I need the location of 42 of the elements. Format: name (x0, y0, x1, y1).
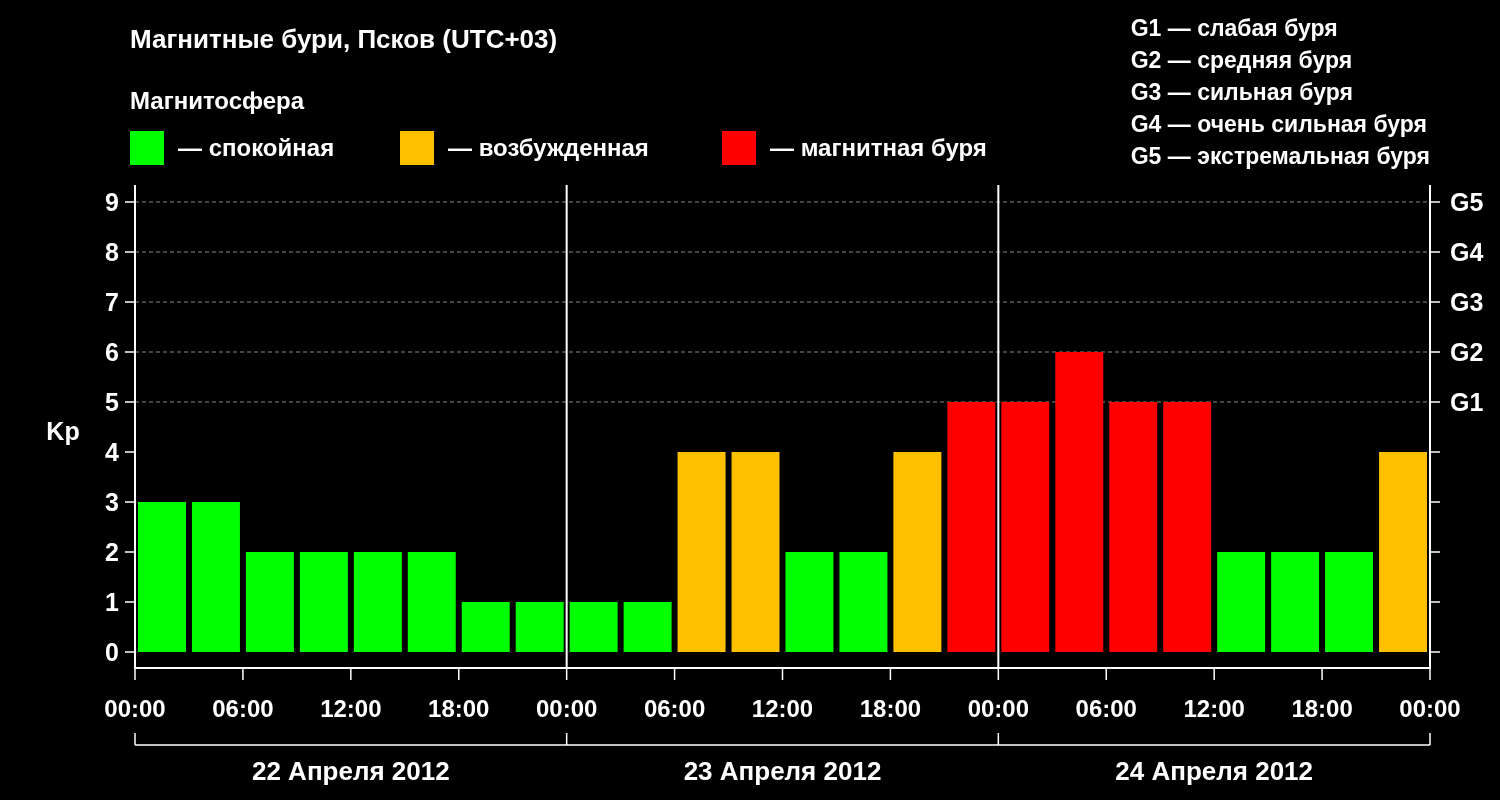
axis-tick-label: 18:00 (428, 695, 490, 722)
storm-scale-label: G5 — экстремальная буря (1130, 142, 1430, 171)
axis-tick-label: G1 (1450, 388, 1484, 416)
storm-scale-label: G2 — средняя буря (1130, 46, 1354, 75)
legend-label: — возбужденная (448, 133, 649, 163)
axis-tick-label: 2 (105, 538, 119, 566)
storm-scale-label: G3 — сильная буря (1130, 78, 1354, 107)
legend-title: Магнитосфера (130, 86, 306, 116)
legend-label: — спокойная (178, 133, 335, 163)
axis-tick-label: 06:00 (643, 695, 706, 722)
axis-title: Kp (46, 417, 80, 445)
axis-tick-label: 4 (105, 438, 119, 466)
axis-tick-label: 00:00 (535, 695, 598, 722)
axis-tick-label: 8 (105, 238, 119, 266)
date-label: 22 Апреля 2012 (251, 756, 450, 786)
axis-tick-label: 1 (105, 588, 119, 616)
axis-tick-label: 7 (105, 288, 119, 316)
axis-tick-label: 00:00 (104, 695, 166, 722)
axis-tick-label: 6 (105, 338, 119, 366)
storm-scale-label: G4 — очень сильная буря (1130, 110, 1428, 139)
axis-tick-label: 5 (105, 388, 119, 416)
storm-scale-label: G1 — слабая буря (1130, 14, 1339, 43)
date-label: 23 Апреля 2012 (683, 756, 882, 786)
axis-tick-label: G3 (1450, 288, 1484, 316)
axis-tick-label: 06:00 (1075, 695, 1137, 722)
axis-tick-label: 12:00 (320, 695, 382, 722)
axis-tick-label: 12:00 (751, 695, 814, 722)
axis-tick-label: 00:00 (1399, 695, 1461, 722)
axis-tick-label: 0 (105, 638, 119, 666)
chart-title: Магнитные бури, Псков (UTC+03) (130, 23, 559, 56)
axis-tick-label: 9 (105, 188, 119, 216)
axis-tick-label: G4 (1450, 238, 1484, 266)
axis-tick-label: 18:00 (1291, 695, 1353, 722)
axis-tick-label: 3 (105, 488, 119, 516)
axis-tick-label: 06:00 (212, 695, 274, 722)
axis-tick-label: G2 (1450, 338, 1484, 366)
axis-tick-label: 18:00 (859, 695, 922, 722)
axis-tick-label: 12:00 (1183, 695, 1245, 722)
legend-label: — магнитная буря (770, 133, 987, 163)
date-label: 24 Апреля 2012 (1115, 756, 1314, 786)
axis-tick-label: G5 (1450, 188, 1484, 216)
axis-tick-label: 00:00 (967, 695, 1030, 722)
